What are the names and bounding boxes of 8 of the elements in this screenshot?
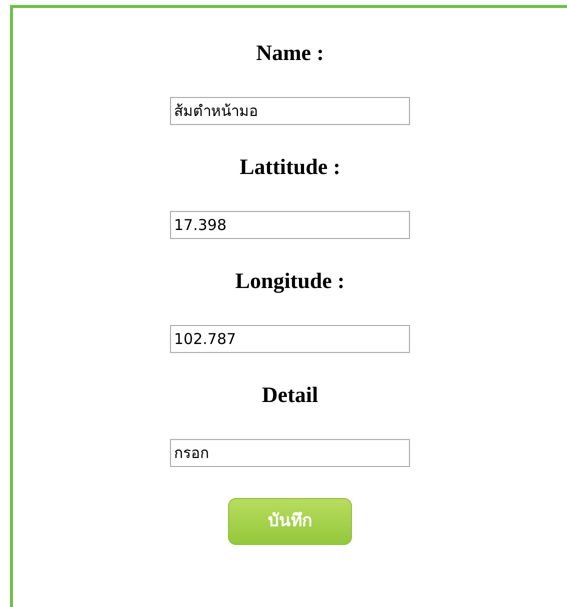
text-field[interactable]: กรอก bbox=[170, 439, 410, 467]
text-field[interactable]: ส้มตำหน้ามอ bbox=[170, 97, 410, 125]
text-field[interactable]: 17.398 bbox=[170, 211, 410, 239]
field-label: Detail bbox=[262, 381, 318, 409]
field-label: Lattitude : bbox=[240, 153, 340, 181]
field-label: Name : bbox=[256, 39, 324, 67]
field-label: Longitude : bbox=[235, 267, 345, 295]
text-field[interactable]: 102.787 bbox=[170, 325, 410, 353]
